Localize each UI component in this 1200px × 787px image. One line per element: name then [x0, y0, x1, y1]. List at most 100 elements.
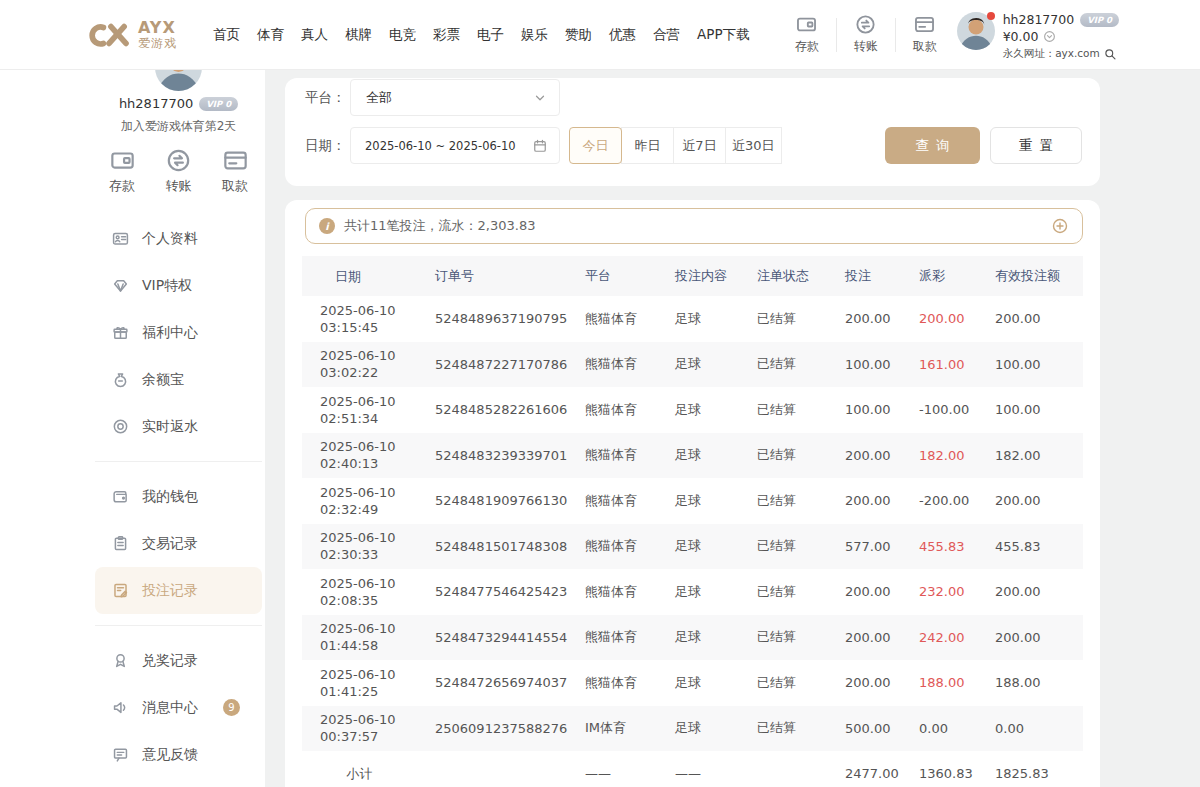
message-count-badge: 9 — [223, 699, 240, 716]
header-quick-actions: 存款 转账 取款 — [787, 14, 945, 55]
range-today-button[interactable]: 今日 — [569, 127, 622, 164]
sidebar-item-welfare[interactable]: 福利中心 — [95, 309, 262, 356]
refresh-balance-icon[interactable] — [1043, 30, 1056, 43]
range-yesterday-button[interactable]: 昨日 — [621, 127, 674, 164]
main-content: 平台： 全部 日期： 2025-06-10 ~ 2025-06-10 今日 昨日… — [265, 70, 1200, 787]
sidebar-item-vip[interactable]: VIP特权 — [95, 262, 262, 309]
bet-table: 日期 订单号 平台 投注内容 注单状态 投注 派彩 有效投注额 2025-06-… — [302, 256, 1083, 787]
sidebar-item-messages[interactable]: 消息中心 9 — [95, 684, 262, 731]
sidebar-item-transactions[interactable]: 交易记录 — [95, 520, 262, 567]
table-header: 日期 订单号 平台 投注内容 注单状态 投注 派彩 有效投注额 — [302, 256, 1083, 296]
summary-text: 共计11笔投注，流水：2,303.83 — [344, 217, 1052, 235]
sidebar-item-rebate[interactable]: 实时返水 — [95, 403, 262, 450]
table-row: 2025-06-1001:41:25 5248472656974037 熊猫体育… — [302, 660, 1083, 706]
calendar-icon — [533, 139, 547, 153]
sidebar-transfer-button[interactable]: 转账 — [159, 148, 199, 195]
sidebar-item-yuebao[interactable]: 余额宝 — [95, 356, 262, 403]
table-card: i 共计11笔投注，流水：2,303.83 日期 订单号 平台 投注内容 注单状… — [285, 200, 1100, 787]
brand-name-cn: 爱游戏 — [138, 37, 177, 50]
sidebar-menu: 个人资料 VIP特权 福利中心 余额宝 实时返水 我的钱包 — [95, 215, 262, 778]
table-row: 2025-06-1002:32:49 5248481909766130 熊猫体育… — [302, 478, 1083, 524]
nav-item[interactable]: 首页 — [213, 26, 240, 44]
site-url: 永久网址：ayx.com — [1003, 47, 1100, 61]
withdraw-icon — [223, 148, 248, 173]
summary-bar: i 共计11笔投注，流水：2,303.83 — [305, 208, 1083, 244]
deposit-icon — [110, 148, 135, 173]
nav-item[interactable]: 合营 — [653, 26, 680, 44]
transfer-button[interactable]: 转账 — [846, 14, 886, 55]
search-button[interactable]: 查询 — [885, 127, 980, 164]
deposit-button[interactable]: 存款 — [787, 14, 827, 55]
username: hh2817700 — [1003, 12, 1075, 27]
table-row: 2025-06-1002:08:35 5248477546425423 熊猫体育… — [302, 569, 1083, 615]
chevron-down-icon — [533, 91, 547, 105]
joined-days: 加入爱游戏体育第2天 — [95, 118, 262, 135]
date-range-input[interactable]: 2025-06-10 ~ 2025-06-10 — [350, 127, 560, 164]
divider — [95, 625, 262, 626]
sidebar-withdraw-button[interactable]: 取款 — [215, 148, 255, 195]
brand-mark-icon — [88, 19, 132, 51]
table-row: 2025-06-1001:44:58 5248473294414554 熊猫体育… — [302, 615, 1083, 661]
nav-item[interactable]: 棋牌 — [345, 26, 372, 44]
divider — [95, 461, 262, 462]
transfer-icon — [855, 14, 876, 35]
sidebar-item-profile[interactable]: 个人资料 — [95, 215, 262, 262]
range-7days-button[interactable]: 近7日 — [673, 127, 726, 164]
nav-item[interactable]: 赞助 — [565, 26, 592, 44]
user-box: hh2817700 VIP 0 ¥0.00 永久网址：ayx.com — [957, 12, 1119, 61]
nav-item[interactable]: 彩票 — [433, 26, 460, 44]
sidebar-username: hh2817700 — [119, 96, 193, 111]
brand-logo[interactable]: AYX 爱游戏 — [88, 19, 177, 51]
notification-dot — [987, 12, 995, 20]
range-30days-button[interactable]: 近30日 — [725, 127, 782, 164]
table-row: 2025-06-1002:51:34 5248485282261606 熊猫体育… — [302, 387, 1083, 433]
balance: ¥0.00 — [1003, 29, 1039, 44]
nav-item[interactable]: 娱乐 — [521, 26, 548, 44]
megaphone-icon — [112, 699, 129, 716]
vip-badge: VIP 0 — [1080, 13, 1119, 27]
bet-record-icon — [112, 582, 129, 599]
nav-item[interactable]: APP下载 — [697, 26, 750, 44]
table-row: 2025-06-1002:40:13 5248483239339701 熊猫体育… — [302, 433, 1083, 479]
gift-icon — [112, 324, 129, 341]
table-row: 2025-06-1003:15:45 5248489637190795 熊猫体育… — [302, 296, 1083, 342]
sidebar-vip-badge: VIP 0 — [199, 97, 238, 111]
transfer-icon — [166, 148, 191, 173]
brand-name-en: AYX — [138, 19, 177, 37]
sidebar-item-bet-records[interactable]: 投注记录 — [95, 567, 262, 614]
vip-diamond-icon — [112, 277, 129, 294]
page: AYX 爱游戏 首页体育真人棋牌电竞彩票电子娱乐赞助优惠合营 APP下载 存款 转… — [0, 0, 1200, 787]
rebate-icon — [112, 418, 129, 435]
nav-item[interactable]: 真人 — [301, 26, 328, 44]
search-icon[interactable] — [1104, 48, 1117, 61]
deposit-icon — [796, 14, 817, 35]
wallet-icon — [112, 488, 129, 505]
withdraw-button[interactable]: 取款 — [905, 14, 945, 55]
sidebar-item-prize-records[interactable]: 兑奖记录 — [95, 637, 262, 684]
withdraw-icon — [914, 14, 935, 35]
prize-icon — [112, 652, 129, 669]
platform-label: 平台： — [305, 89, 350, 107]
nav-item[interactable]: 优惠 — [609, 26, 636, 44]
platform-select[interactable]: 全部 — [350, 79, 560, 116]
subtotal-row: 小计 —— —— 2477.00 1360.83 1825.83 — [302, 751, 1083, 787]
nav-item[interactable]: 电竞 — [389, 26, 416, 44]
sidebar-deposit-button[interactable]: 存款 — [102, 148, 142, 195]
info-icon: i — [319, 218, 335, 234]
table-row: 2025-06-1002:30:33 5248481501748308 熊猫体育… — [302, 524, 1083, 570]
reset-button[interactable]: 重置 — [990, 127, 1082, 164]
nav-item[interactable]: 电子 — [477, 26, 504, 44]
sidebar-item-feedback[interactable]: 意见反馈 — [95, 731, 262, 778]
id-card-icon — [112, 230, 129, 247]
expand-icon[interactable] — [1052, 218, 1068, 234]
table-row: 2025-06-1000:37:57 2506091237588276 IM体育… — [302, 706, 1083, 752]
sidebar-item-wallet[interactable]: 我的钱包 — [95, 473, 262, 520]
date-range-buttons: 今日 昨日 近7日 近30日 — [570, 127, 782, 164]
money-bag-icon — [112, 371, 129, 388]
nav-item[interactable]: 体育 — [257, 26, 284, 44]
top-header: AYX 爱游戏 首页体育真人棋牌电竞彩票电子娱乐赞助优惠合营 APP下载 存款 转… — [0, 0, 1200, 70]
sidebar-quick-actions: 存款 转账 取款 — [95, 148, 262, 195]
user-avatar[interactable] — [957, 12, 995, 50]
feedback-icon — [112, 746, 129, 763]
date-label: 日期： — [305, 137, 350, 155]
